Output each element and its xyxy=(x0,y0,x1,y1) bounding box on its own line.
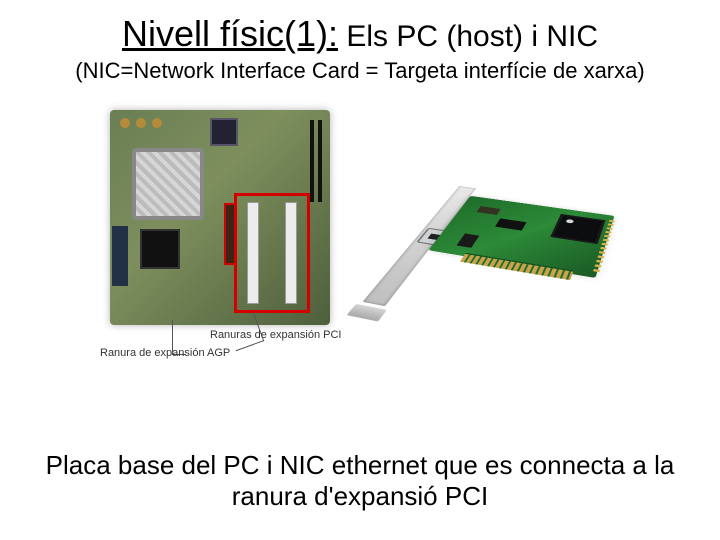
pci-slots-highlight xyxy=(234,193,310,313)
motherboard-icon xyxy=(110,110,330,325)
slide-subtitle: (NIC=Network Interface Card = Targeta in… xyxy=(0,58,720,84)
callout-pci: Ranuras de expansión PCI xyxy=(210,329,341,342)
slide-title: Nivell físic(1): Els PC (host) i NIC xyxy=(0,0,720,54)
nic-card-icon xyxy=(397,191,643,317)
title-main: Nivell físic(1): xyxy=(122,13,338,54)
slide-caption: Placa base del PC i NIC ethernet que es … xyxy=(0,450,720,512)
image-row: Ranuras de expansión PCI Ranura de expan… xyxy=(0,110,720,390)
nic-image xyxy=(410,120,640,350)
title-sub: Els PC (host) i NIC xyxy=(346,20,598,53)
motherboard-image: Ranuras de expansión PCI Ranura de expan… xyxy=(80,110,360,390)
callout-agp: Ranura de expansión AGP xyxy=(100,347,230,360)
